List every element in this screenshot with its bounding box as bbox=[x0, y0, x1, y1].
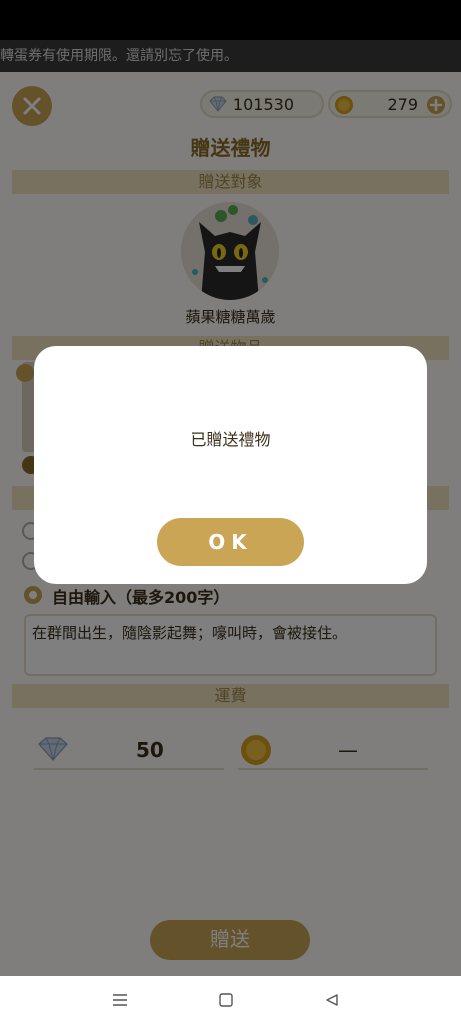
gift-sent-dialog: 已贈送禮物 OK bbox=[34, 346, 427, 584]
ok-button[interactable]: OK bbox=[157, 518, 304, 566]
system-nav-bar bbox=[0, 976, 461, 1024]
home-square-icon bbox=[219, 993, 233, 1007]
dialog-message: 已贈送禮物 bbox=[190, 430, 271, 449]
back-triangle-icon bbox=[326, 994, 338, 1006]
nav-home-button[interactable] bbox=[214, 988, 238, 1012]
nav-menu-button[interactable] bbox=[108, 988, 132, 1012]
nav-back-button[interactable] bbox=[320, 988, 344, 1012]
menu-icon bbox=[113, 994, 127, 1006]
